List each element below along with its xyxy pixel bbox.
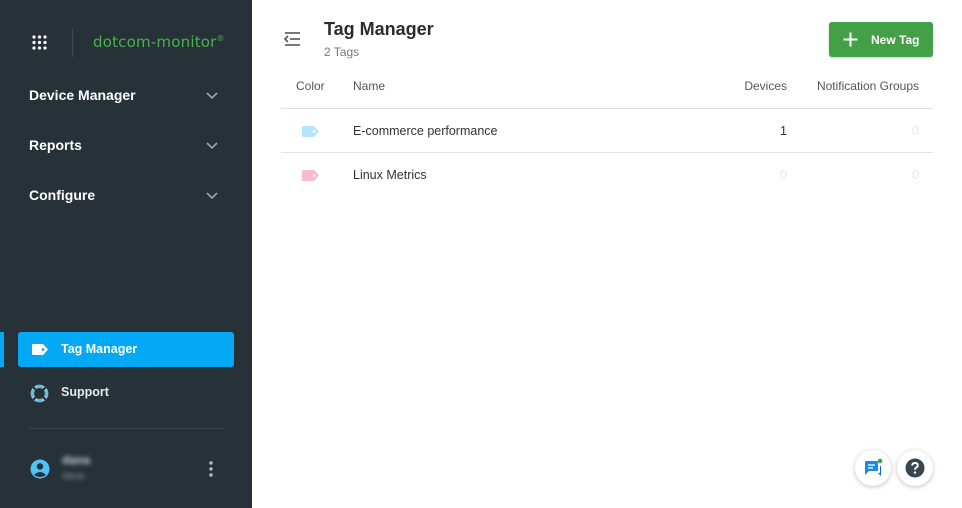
user-profile: dana dana (0, 446, 252, 492)
nav-reports[interactable]: Reports (0, 128, 252, 164)
user-subtitle: dana (62, 471, 85, 482)
avatar-icon[interactable] (30, 459, 50, 479)
chevron-down-icon (206, 92, 218, 100)
user-name: dana (62, 453, 91, 467)
new-tag-label: New Tag (871, 33, 920, 47)
tag-color-icon (302, 126, 319, 137)
notification-groups-count: 0 (912, 124, 919, 138)
chat-button[interactable] (855, 450, 891, 486)
plus-icon (843, 32, 858, 47)
devices-count: 0 (780, 168, 787, 182)
nav-device-manager[interactable]: Device Manager (0, 78, 252, 114)
chevron-down-icon (206, 142, 218, 150)
nav-label: Configure (29, 187, 96, 203)
nav-label: Device Manager (29, 87, 136, 103)
sidebar-item-support[interactable]: Support (18, 376, 234, 410)
devices-count: 1 (780, 124, 787, 138)
sidebar: dotcom-monitor® Device Manager Reports C… (0, 0, 252, 508)
tag-count: 2 Tags (324, 45, 360, 59)
column-header-color[interactable]: Color (296, 79, 325, 93)
tag-color-swatch (302, 126, 319, 137)
page-title: Tag Manager (324, 19, 434, 39)
brand-area: dotcom-monitor® (0, 0, 252, 88)
brand-divider (72, 29, 73, 57)
dotcom-monitor-logo[interactable]: dotcom-monitor® (93, 33, 225, 51)
nav-configure[interactable]: Configure (0, 178, 252, 214)
help-button[interactable] (897, 450, 933, 486)
tag-name[interactable]: E-commerce performance (353, 124, 498, 138)
sidebar-divider (29, 428, 223, 429)
chat-icon (865, 458, 883, 476)
column-header-notification-groups[interactable]: Notification Groups (817, 79, 919, 93)
lifebuoy-icon (30, 384, 49, 403)
new-tag-button[interactable]: New Tag (829, 22, 933, 57)
notification-groups-count: 0 (912, 168, 919, 182)
tag-name[interactable]: Linux Metrics (353, 168, 427, 182)
nav-label: Reports (29, 137, 82, 153)
tag-color-swatch (302, 170, 319, 181)
sidebar-item-label: Support (61, 385, 109, 399)
tag-icon (32, 344, 48, 355)
table-row[interactable]: E-commerce performance 1 0 (281, 109, 933, 153)
chevron-down-icon (206, 192, 218, 200)
apps-grid-icon[interactable] (32, 35, 47, 50)
column-header-devices[interactable]: Devices (744, 79, 787, 93)
active-indicator (0, 332, 4, 367)
column-header-name[interactable]: Name (353, 79, 385, 93)
more-vert-icon[interactable] (206, 459, 216, 479)
tag-color-icon (302, 170, 319, 181)
collapse-menu-icon[interactable] (282, 31, 302, 47)
sidebar-item-label: Tag Manager (61, 342, 138, 356)
table-row[interactable]: Linux Metrics 0 0 (281, 153, 933, 197)
sidebar-item-tag-manager[interactable]: Tag Manager (18, 332, 234, 367)
help-icon (905, 458, 925, 478)
